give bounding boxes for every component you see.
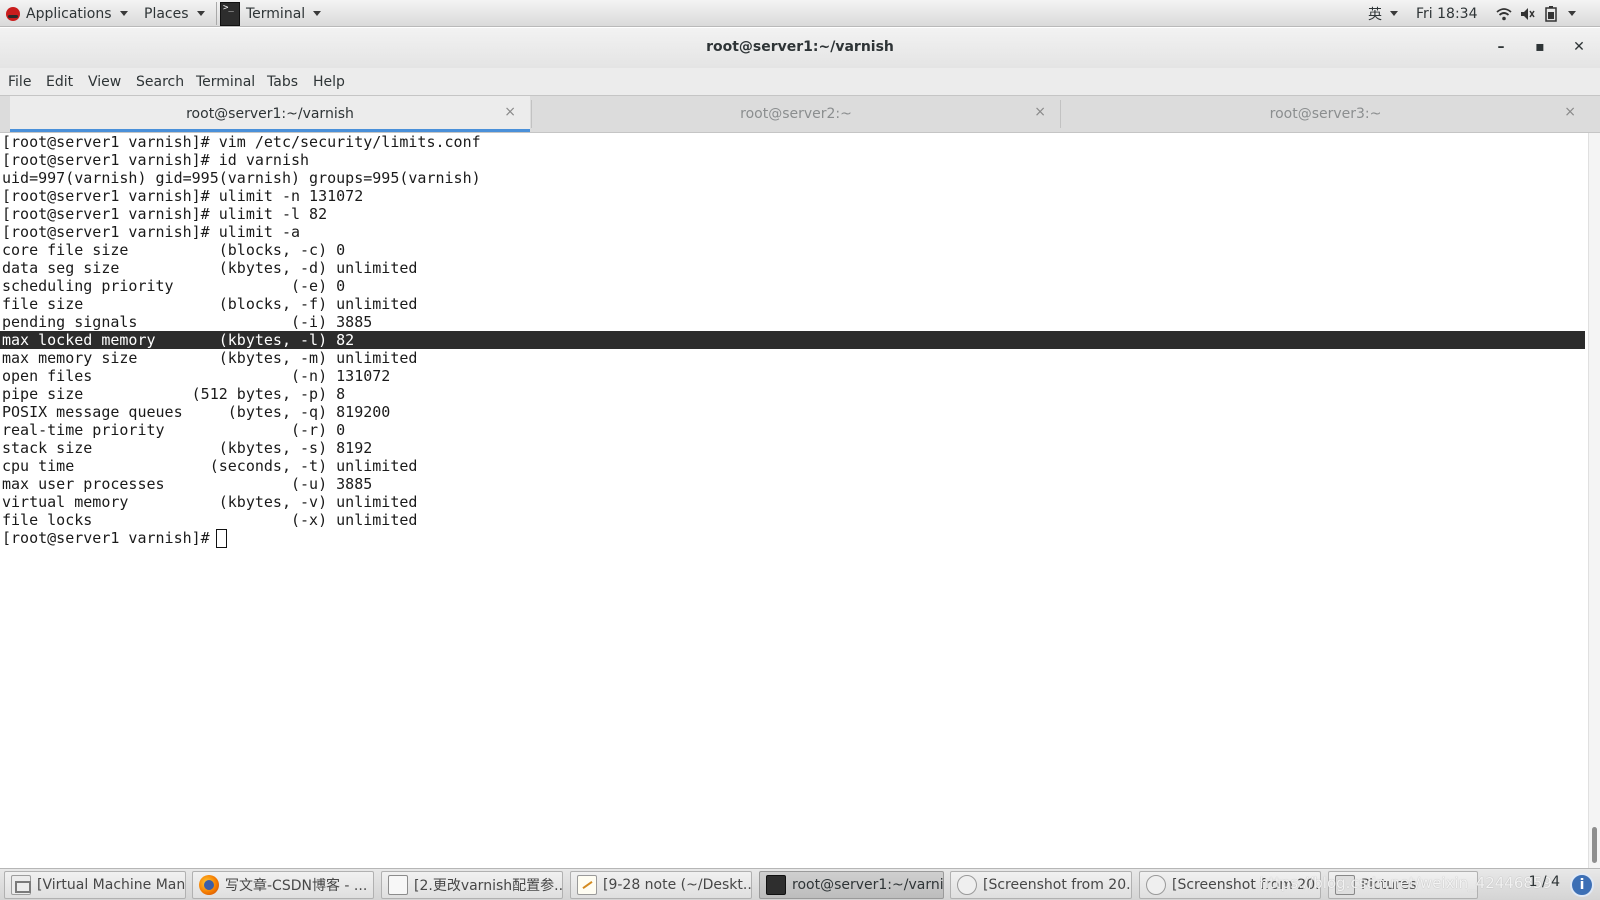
taskbar-item-screenshot-1[interactable]: [Screenshot from 20... bbox=[950, 871, 1132, 899]
screenshot-icon bbox=[957, 875, 977, 895]
menu-search[interactable]: Search bbox=[136, 74, 184, 90]
terminal-scrollbar[interactable] bbox=[1588, 133, 1600, 868]
taskbar-item-text-editor[interactable]: [9-28 note (~/Deskt... bbox=[570, 871, 752, 899]
taskbar-item-label: [Screenshot from 20... bbox=[983, 877, 1132, 893]
terminal-line: [root@server1 varnish]# ulimit -l 82 bbox=[2, 205, 328, 223]
terminal-line: scheduling priority (-e) 0 bbox=[2, 277, 346, 295]
taskbar-item-label: [Virtual Machine Man... bbox=[37, 877, 186, 893]
panel-divider bbox=[216, 2, 217, 25]
terminal-line: [root@server1 varnish]# ulimit -n 131072 bbox=[2, 187, 364, 205]
close-tab-icon[interactable]: × bbox=[1564, 104, 1576, 120]
taskbar-item-virt-manager[interactable]: [Virtual Machine Man... bbox=[4, 871, 186, 899]
terminal-line-selected: max locked memory (kbytes, -l) 82 bbox=[0, 331, 1585, 349]
menu-edit[interactable]: Edit bbox=[46, 74, 73, 90]
terminal-line: core file size (blocks, -c) 0 bbox=[2, 241, 346, 259]
chevron-down-icon bbox=[196, 11, 205, 16]
taskbar-item-document[interactable]: [2.更改varnish配置参... bbox=[381, 871, 563, 899]
taskbar-item-label: [9-28 note (~/Deskt... bbox=[603, 877, 752, 893]
workspace-indicator[interactable]: 1 / 4 bbox=[1529, 874, 1560, 890]
terminal-line: [root@server1 varnish]# ulimit -a bbox=[2, 223, 301, 241]
close-tab-icon[interactable]: × bbox=[504, 104, 516, 120]
chevron-down-icon bbox=[1390, 11, 1398, 16]
terminal-line: max user processes (-u) 3885 bbox=[2, 475, 373, 493]
workspace-info-icon[interactable]: i bbox=[1570, 873, 1594, 897]
chevron-down-icon bbox=[1568, 11, 1576, 16]
terminal-icon bbox=[766, 875, 786, 895]
chevron-down-icon bbox=[119, 11, 128, 16]
tab-label: root@server1:~/varnish bbox=[186, 106, 354, 122]
terminal-prompt: [root@server1 varnish]# bbox=[2, 529, 219, 547]
terminal-line: virtual memory (kbytes, -v) unlimited bbox=[2, 493, 418, 511]
minimize-button[interactable]: – bbox=[1491, 37, 1511, 57]
text-editor-icon bbox=[577, 875, 597, 895]
window-title: root@server1:~/varnish bbox=[706, 39, 894, 55]
tab-label: root@server3:~ bbox=[1269, 106, 1382, 122]
menu-bar: File Edit View Search Terminal Tabs Help bbox=[0, 68, 1600, 95]
input-method-indicator[interactable]: 英 bbox=[1368, 0, 1398, 27]
terminal-line: [root@server1 varnish]# id varnish bbox=[2, 151, 310, 169]
wifi-icon bbox=[1496, 7, 1512, 20]
screenshot-icon bbox=[1146, 875, 1166, 895]
taskbar-item-terminal[interactable]: root@server1:~/varnish bbox=[759, 871, 944, 899]
terminal-line: stack size (kbytes, -s) 8192 bbox=[2, 439, 373, 457]
battery-icon bbox=[1545, 5, 1557, 22]
applications-menu[interactable]: Applications bbox=[6, 0, 128, 27]
taskbar-item-firefox[interactable]: 写文章-CSDN博客 - ... bbox=[192, 871, 374, 899]
terminal-icon: >_ bbox=[220, 1, 240, 26]
vm-icon bbox=[11, 875, 31, 895]
scrollbar-thumb[interactable] bbox=[1592, 827, 1597, 863]
menu-tabs[interactable]: Tabs bbox=[267, 74, 298, 90]
terminal-line: max memory size (kbytes, -m) unlimited bbox=[2, 349, 418, 367]
terminal-line: data seg size (kbytes, -d) unlimited bbox=[2, 259, 418, 277]
places-menu[interactable]: Places bbox=[144, 0, 205, 27]
volume-icon bbox=[1521, 7, 1535, 20]
tab-bar: root@server1:~/varnish × root@server2:~ … bbox=[0, 95, 1600, 133]
top-panel: Applications Places >_ Terminal 英 Fri 18… bbox=[0, 0, 1600, 27]
terminal-app-menu[interactable]: >_ Terminal bbox=[220, 0, 322, 27]
terminal-line: uid=997(varnish) gid=995(varnish) groups… bbox=[2, 169, 481, 187]
maximize-button[interactable]: ▪ bbox=[1530, 37, 1550, 57]
chevron-down-icon bbox=[313, 11, 322, 16]
menu-terminal[interactable]: Terminal bbox=[196, 74, 255, 90]
firefox-icon bbox=[199, 875, 219, 895]
menu-help[interactable]: Help bbox=[313, 74, 345, 90]
tab-label: root@server2:~ bbox=[740, 106, 852, 122]
taskbar-item-label: [2.更改varnish配置参... bbox=[414, 878, 563, 894]
terminal-line: pipe size (512 bytes, -p) 8 bbox=[2, 385, 346, 403]
document-icon bbox=[388, 875, 408, 895]
applications-label: Applications bbox=[26, 5, 112, 22]
close-tab-icon[interactable]: × bbox=[1034, 104, 1046, 120]
tab-server3[interactable]: root@server3:~ × bbox=[1061, 96, 1590, 132]
watermark-text: https://blog.csdn.net/weixin_42446859 bbox=[1259, 874, 1552, 892]
places-label: Places bbox=[144, 5, 189, 22]
menu-file[interactable]: File bbox=[8, 74, 31, 90]
menu-view[interactable]: View bbox=[88, 74, 121, 90]
terminal-line: open files (-n) 131072 bbox=[2, 367, 391, 385]
tab-server1[interactable]: root@server1:~/varnish × bbox=[10, 96, 530, 132]
tab-server2[interactable]: root@server2:~ × bbox=[532, 96, 1060, 132]
window-titlebar[interactable]: root@server1:~/varnish – ▪ ✕ bbox=[0, 28, 1600, 68]
clock-label: Fri 18:34 bbox=[1416, 5, 1478, 22]
window-list-taskbar: [Virtual Machine Man... 写文章-CSDN博客 - ...… bbox=[0, 868, 1600, 900]
terminal-line: file locks (-x) unlimited bbox=[2, 511, 418, 529]
terminal-line: real-time priority (-r) 0 bbox=[2, 421, 346, 439]
close-button[interactable]: ✕ bbox=[1569, 37, 1589, 57]
taskbar-item-label: 写文章-CSDN博客 - ... bbox=[225, 878, 368, 894]
input-method-label: 英 bbox=[1368, 6, 1382, 23]
system-status-menu[interactable] bbox=[1496, 0, 1576, 27]
terminal-cursor bbox=[216, 529, 227, 548]
redhat-logo-icon bbox=[6, 6, 20, 21]
terminal-line: [root@server1 varnish]# vim /etc/securit… bbox=[2, 133, 481, 151]
terminal-line: file size (blocks, -f) unlimited bbox=[2, 295, 418, 313]
terminal-line: pending signals (-i) 3885 bbox=[2, 313, 373, 331]
terminal-output[interactable]: [root@server1 varnish]# vim /etc/securit… bbox=[0, 133, 1588, 868]
terminal-line: POSIX message queues (bytes, -q) 819200 bbox=[2, 403, 391, 421]
terminal-line: cpu time (seconds, -t) unlimited bbox=[2, 457, 418, 475]
taskbar-item-label: root@server1:~/varnish bbox=[792, 877, 944, 893]
clock[interactable]: Fri 18:34 bbox=[1416, 0, 1477, 27]
terminal-app-label: Terminal bbox=[246, 5, 306, 22]
